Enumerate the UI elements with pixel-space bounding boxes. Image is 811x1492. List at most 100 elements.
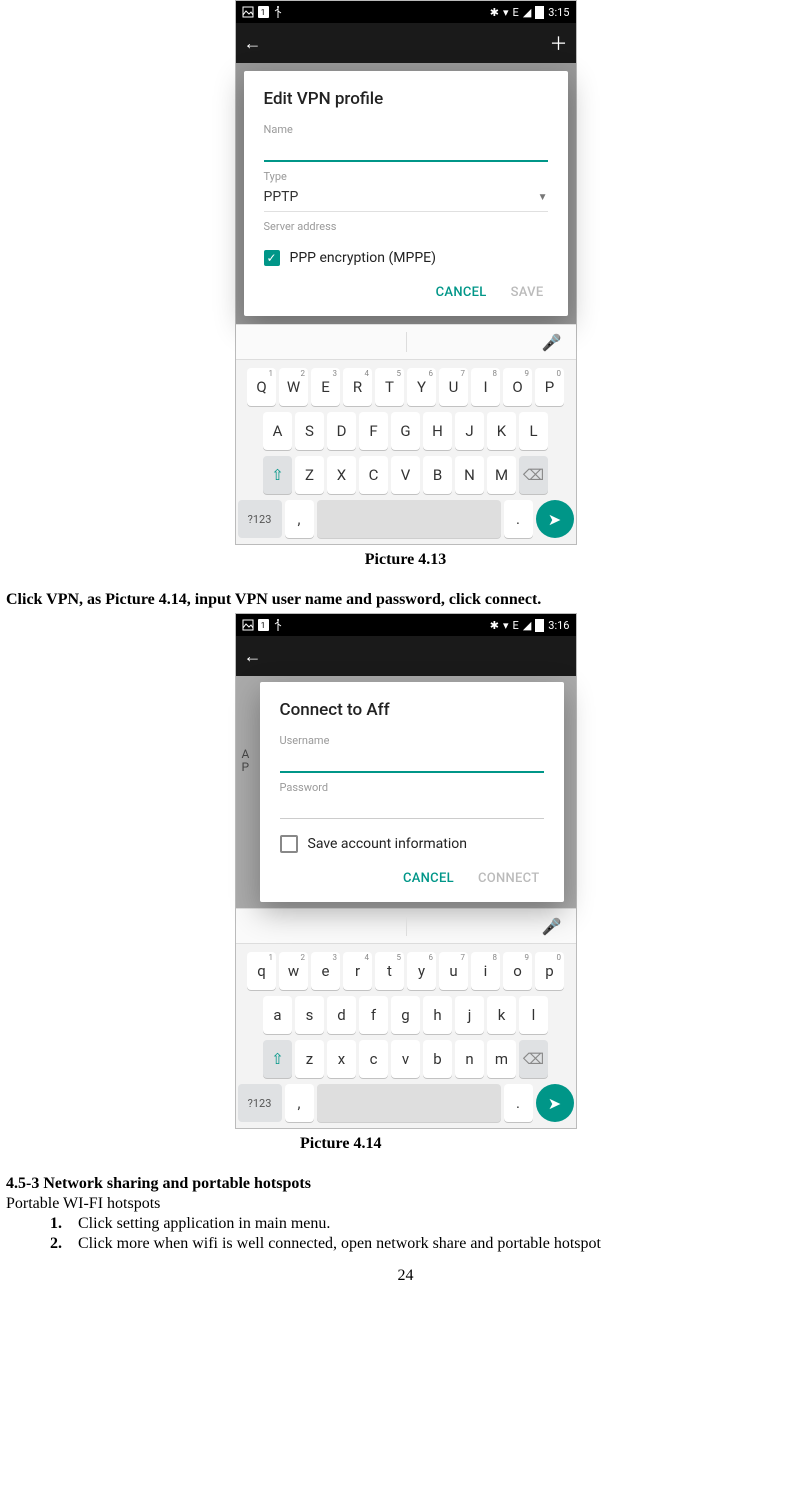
key-v[interactable]: v <box>391 1040 420 1078</box>
comma-key[interactable]: , <box>285 500 314 538</box>
key-g[interactable]: g <box>391 996 420 1034</box>
key-m[interactable]: M <box>487 456 516 494</box>
go-key[interactable]: ➤ <box>536 500 574 538</box>
shift-key[interactable]: ⇧ <box>263 456 292 494</box>
key-w[interactable]: W2 <box>279 368 308 406</box>
comma-key[interactable]: , <box>285 1084 314 1122</box>
key-s[interactable]: s <box>295 996 324 1034</box>
cancel-button[interactable]: CANCEL <box>403 871 454 886</box>
key-d[interactable]: d <box>327 996 356 1034</box>
dialog-title: Edit VPN profile <box>264 89 548 109</box>
mic-icon[interactable]: 🎤 <box>542 333 562 352</box>
key-i[interactable]: I8 <box>471 368 500 406</box>
caption-413: Picture 4.13 <box>0 551 811 569</box>
key-l[interactable]: l <box>519 996 548 1034</box>
key-o[interactable]: O9 <box>503 368 532 406</box>
key-d[interactable]: D <box>327 412 356 450</box>
key-y[interactable]: Y6 <box>407 368 436 406</box>
key-e[interactable]: E3 <box>311 368 340 406</box>
key-c[interactable]: c <box>359 1040 388 1078</box>
key-j[interactable]: j <box>455 996 484 1034</box>
keyboard: q1w2e3r4t5y6u7i8o9p0 asdfghjkl ⇧ zxcvbnm… <box>236 944 576 1128</box>
save-info-checkbox-row[interactable]: Save account information <box>280 835 544 853</box>
password-input[interactable] <box>280 794 544 819</box>
app-bar: ← <box>236 636 576 676</box>
key-q[interactable]: q1 <box>247 952 276 990</box>
key-c[interactable]: C <box>359 456 388 494</box>
key-u[interactable]: u7 <box>439 952 468 990</box>
key-o[interactable]: o9 <box>503 952 532 990</box>
key-z[interactable]: z <box>295 1040 324 1078</box>
key-q[interactable]: Q1 <box>247 368 276 406</box>
key-n[interactable]: n <box>455 1040 484 1078</box>
key-i[interactable]: i8 <box>471 952 500 990</box>
key-k[interactable]: k <box>487 996 516 1034</box>
key-y[interactable]: y6 <box>407 952 436 990</box>
name-input[interactable] <box>264 136 548 162</box>
username-input[interactable] <box>280 747 544 773</box>
ppp-checkbox-row[interactable]: ✓ PPP encryption (MPPE) <box>264 249 548 267</box>
period-key[interactable]: . <box>504 1084 533 1122</box>
backspace-key[interactable]: ⌫ <box>519 1040 548 1078</box>
key-j[interactable]: J <box>455 412 484 450</box>
key-r[interactable]: r4 <box>343 952 372 990</box>
type-label: Type <box>264 170 548 183</box>
key-e[interactable]: e3 <box>311 952 340 990</box>
ppp-checkbox-label: PPP encryption (MPPE) <box>290 250 437 266</box>
period-key[interactable]: . <box>504 500 533 538</box>
status-bar: 1 ✱ ▾ E ◢ 3:15 <box>236 1 576 23</box>
key-x[interactable]: x <box>327 1040 356 1078</box>
shift-key[interactable]: ⇧ <box>263 1040 292 1078</box>
back-icon[interactable]: ← <box>244 33 262 54</box>
save-button[interactable]: SAVE <box>511 285 544 300</box>
back-icon[interactable]: ← <box>244 646 262 667</box>
space-key[interactable] <box>317 500 501 538</box>
key-k[interactable]: K <box>487 412 516 450</box>
key-b[interactable]: B <box>423 456 452 494</box>
key-f[interactable]: F <box>359 412 388 450</box>
key-x[interactable]: X <box>327 456 356 494</box>
subheading: Portable WI-FI hotspots <box>0 1195 811 1213</box>
server-label: Server address <box>264 220 548 233</box>
edit-vpn-dialog: Edit VPN profile Name Type PPTP ▼ Server… <box>244 71 568 316</box>
signal-icon: ◢ <box>523 619 531 632</box>
key-t[interactable]: T5 <box>375 368 404 406</box>
key-g[interactable]: G <box>391 412 420 450</box>
keyboard: Q1W2E3R4T5Y6U7I8O9P0 ASDFGHJKL ⇧ ZXCVBNM… <box>236 360 576 544</box>
password-label: Password <box>280 781 544 794</box>
key-b[interactable]: b <box>423 1040 452 1078</box>
screenshot-edit-vpn: 1 ✱ ▾ E ◢ 3:15 ← ＋ Edit VPN profile Name… <box>235 0 577 545</box>
key-l[interactable]: L <box>519 412 548 450</box>
go-key[interactable]: ➤ <box>536 1084 574 1122</box>
symbols-key[interactable]: ?123 <box>238 500 282 538</box>
key-w[interactable]: w2 <box>279 952 308 990</box>
key-t[interactable]: t5 <box>375 952 404 990</box>
key-f[interactable]: f <box>359 996 388 1034</box>
battery-icon <box>535 619 544 632</box>
space-key[interactable] <box>317 1084 501 1122</box>
key-h[interactable]: h <box>423 996 452 1034</box>
connect-button[interactable]: CONNECT <box>478 871 540 886</box>
type-select[interactable]: PPTP ▼ <box>264 183 548 212</box>
network-type: E <box>513 6 519 19</box>
add-icon[interactable]: ＋ <box>550 30 568 56</box>
key-p[interactable]: p0 <box>535 952 564 990</box>
key-u[interactable]: U7 <box>439 368 468 406</box>
list-item: 1.Click setting application in main menu… <box>50 1215 811 1233</box>
backspace-key[interactable]: ⌫ <box>519 456 548 494</box>
key-p[interactable]: P0 <box>535 368 564 406</box>
key-m[interactable]: m <box>487 1040 516 1078</box>
save-info-label: Save account information <box>308 836 468 852</box>
key-a[interactable]: A <box>263 412 292 450</box>
key-n[interactable]: N <box>455 456 484 494</box>
key-r[interactable]: R4 <box>343 368 372 406</box>
background-item: A P <box>242 748 250 774</box>
mic-icon[interactable]: 🎤 <box>542 917 562 936</box>
key-v[interactable]: V <box>391 456 420 494</box>
key-a[interactable]: a <box>263 996 292 1034</box>
key-z[interactable]: Z <box>295 456 324 494</box>
symbols-key[interactable]: ?123 <box>238 1084 282 1122</box>
key-s[interactable]: S <box>295 412 324 450</box>
key-h[interactable]: H <box>423 412 452 450</box>
cancel-button[interactable]: CANCEL <box>436 285 487 300</box>
